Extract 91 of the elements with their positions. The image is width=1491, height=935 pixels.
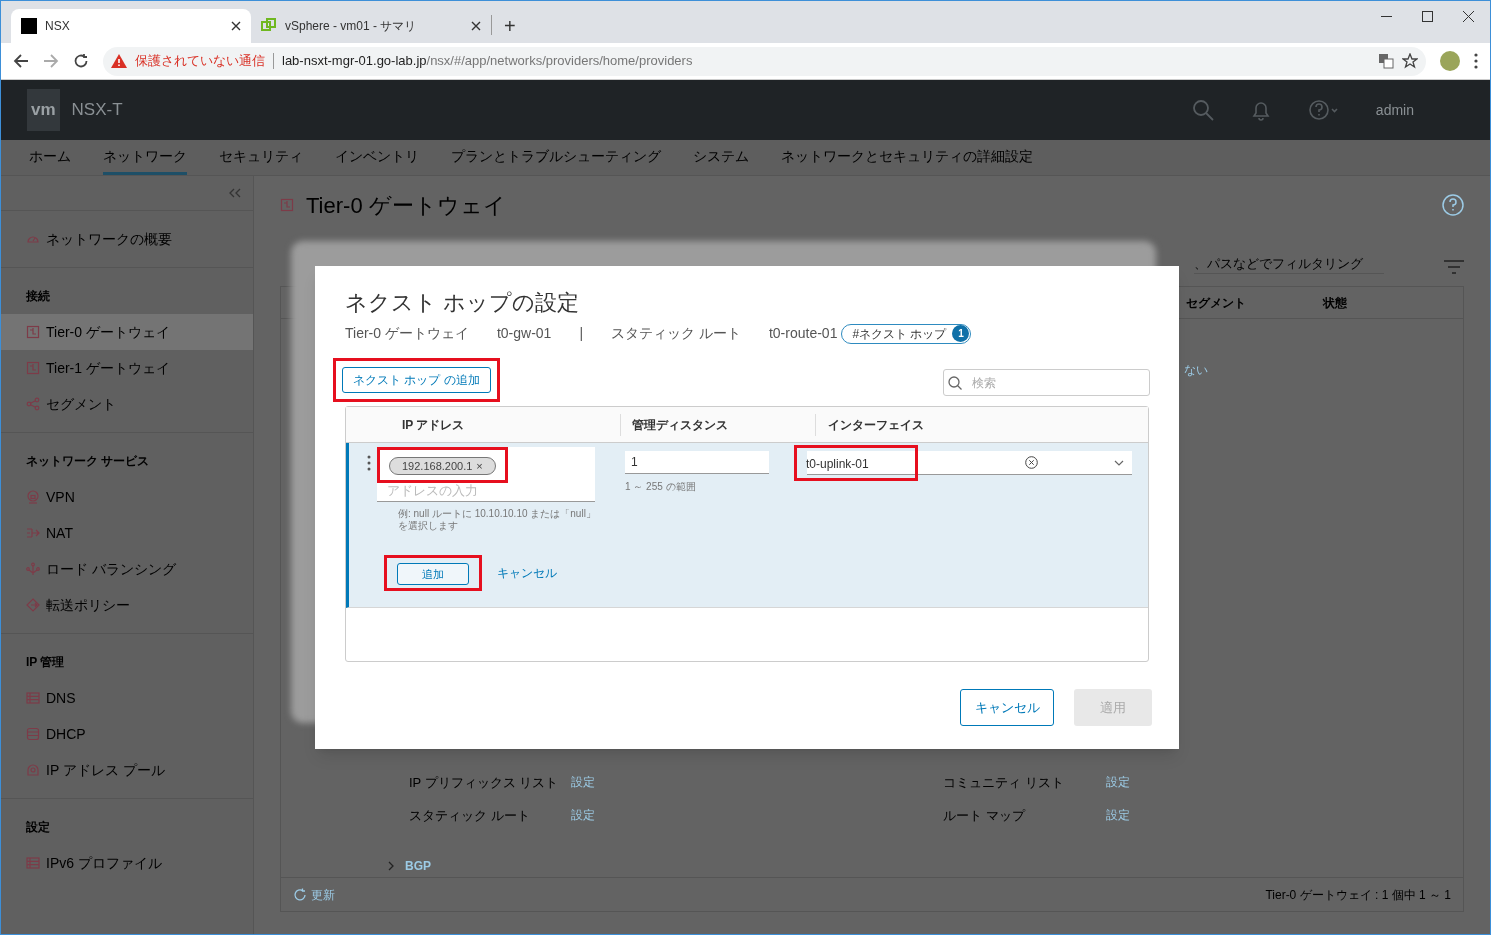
browser-tab[interactable]: vSphere - vm01 - サマリ: [251, 9, 491, 43]
lock-icon: [26, 490, 40, 504]
reload-icon[interactable]: [73, 53, 89, 69]
balance-icon: [26, 562, 40, 576]
gateway-icon: [26, 361, 40, 375]
configure-link[interactable]: 設定: [1106, 805, 1130, 825]
nav-tab[interactable]: ネットワークとセキュリティの詳細設定: [781, 140, 1033, 175]
column-header: インターフェイス: [828, 416, 924, 434]
column-header: 状態: [1323, 294, 1348, 312]
search-icon: [948, 375, 962, 390]
ip-chip: 192.168.200.1 ×: [389, 457, 496, 476]
item-count: Tier-0 ゲートウェイ : 1 個中 1 ～ 1: [1265, 886, 1451, 904]
gateway-icon: [280, 198, 294, 212]
profile-avatar[interactable]: [1440, 51, 1460, 71]
close-icon[interactable]: [231, 21, 241, 31]
nav-tab[interactable]: プランとトラブルシューティング: [451, 140, 661, 175]
breadcrumb-text: t0-route-01: [768, 324, 838, 343]
server-icon: [26, 856, 40, 870]
server-icon: [26, 691, 40, 705]
breadcrumb-text: スタティック ルート: [611, 324, 741, 343]
column-header: 管理ディスタンス: [632, 416, 728, 434]
configure-link[interactable]: 設定: [571, 805, 595, 825]
more-icon[interactable]: [1474, 53, 1478, 69]
column-header: IP アドレス: [402, 416, 465, 434]
security-warning: 保護されていない通信: [135, 52, 265, 71]
section-toggle[interactable]: BGP: [405, 857, 431, 875]
tab-title: vSphere - vm01 - サマリ: [285, 18, 418, 35]
section-heading: IP 管理: [25, 654, 66, 671]
share-icon: [26, 397, 40, 411]
breadcrumb-text: t0-gw-01: [496, 324, 552, 343]
add-button[interactable]: 追加: [397, 563, 469, 586]
gateway-icon: [26, 325, 40, 339]
section-heading: 設定: [25, 819, 51, 836]
chevron-icon[interactable]: [387, 861, 395, 871]
routing-label: ルート マップ: [943, 806, 1027, 825]
refresh-icon[interactable]: [293, 887, 307, 902]
routing-label: IP プリフィックス リスト: [409, 774, 560, 792]
remove-chip-button[interactable]: ×: [476, 458, 483, 475]
sidebar-item[interactable]: Tier-0 ゲートウェイ: [1, 314, 253, 350]
routing-label: コミュニティ リスト: [943, 774, 1065, 792]
clear-icon[interactable]: [1025, 456, 1038, 469]
close-icon[interactable]: [1463, 10, 1474, 22]
configure-link[interactable]: 設定: [1106, 773, 1130, 793]
star-icon[interactable]: [1402, 53, 1418, 69]
nav-tab[interactable]: セキュリティ: [219, 140, 303, 175]
pool-icon: [26, 763, 40, 777]
user-menu[interactable]: admin: [1375, 99, 1414, 121]
help-icon[interactable]: [1442, 194, 1464, 216]
configure-link[interactable]: 設定: [571, 773, 595, 793]
nat-icon: [26, 526, 40, 540]
favicon-icon: [261, 18, 277, 34]
nav-tab[interactable]: インベントリ: [335, 140, 419, 175]
filter-field[interactable]: 、パスなどでフィルタリング: [1194, 253, 1384, 274]
warning-icon: [111, 54, 127, 68]
dropdown-caret-icon[interactable]: [1114, 459, 1124, 466]
column-header: セグメント: [1186, 294, 1247, 312]
refresh-link[interactable]: 更新: [311, 885, 335, 904]
stack-icon: [26, 727, 40, 741]
browser-tab[interactable]: NSX: [11, 9, 251, 43]
search-field[interactable]: 検索: [943, 369, 1150, 396]
cancel-button[interactable]: キャンセル: [960, 689, 1054, 726]
favicon-icon: [21, 18, 37, 34]
interface-value[interactable]: t0-uplink-01: [806, 456, 869, 471]
address-field[interactable]: 保護されていない通信 lab-nsxt-mgr-01.go-lab.jp/nsx/#/app/networks/providers/home/providers: [103, 46, 1426, 76]
page-title: Tier-0 ゲートウェイ: [306, 191, 506, 220]
new-tab-button[interactable]: +: [492, 9, 528, 43]
cancel-link[interactable]: キャンセル: [497, 564, 557, 583]
url-text: lab-nsxt-mgr-01.go-lab.jp/nsx/#/app/networks/providers/home/providers: [282, 52, 693, 71]
tab-title: NSX: [45, 18, 71, 35]
ip-hint: 例: null ルートに 10.10.10.10 または「null」を選択します: [398, 508, 597, 532]
translate-icon[interactable]: [1378, 53, 1394, 69]
nav-tab[interactable]: システム: [693, 140, 749, 175]
routing-label: スタティック ルート: [409, 806, 531, 825]
diamond-icon: [26, 598, 40, 612]
close-icon[interactable]: [471, 21, 481, 31]
nav-tab[interactable]: ホーム: [29, 140, 71, 175]
distance-hint: 1 ～ 255 の範囲: [625, 480, 697, 494]
breadcrumb-text: |: [579, 324, 584, 343]
section-heading: 接続: [25, 288, 51, 305]
distance-field[interactable]: 1: [625, 451, 769, 474]
table-cell-text: ない: [1184, 362, 1208, 379]
maximize-icon[interactable]: [1422, 10, 1433, 22]
breadcrumb-text: Tier-0 ゲートウェイ: [345, 324, 469, 343]
vm-logo: vm: [27, 89, 60, 131]
add-next-hop-button[interactable]: ネクスト ホップ の追加: [342, 367, 491, 393]
product-name: NSX-T: [71, 99, 123, 122]
row-menu-icon[interactable]: [367, 455, 371, 471]
back-icon[interactable]: [13, 53, 29, 69]
ip-address-field[interactable]: 192.168.200.1 × アドレスの入力: [377, 447, 595, 502]
dialog-title: ネクスト ホップの設定: [345, 289, 581, 317]
section-heading: ネットワーク サービス: [25, 453, 151, 470]
